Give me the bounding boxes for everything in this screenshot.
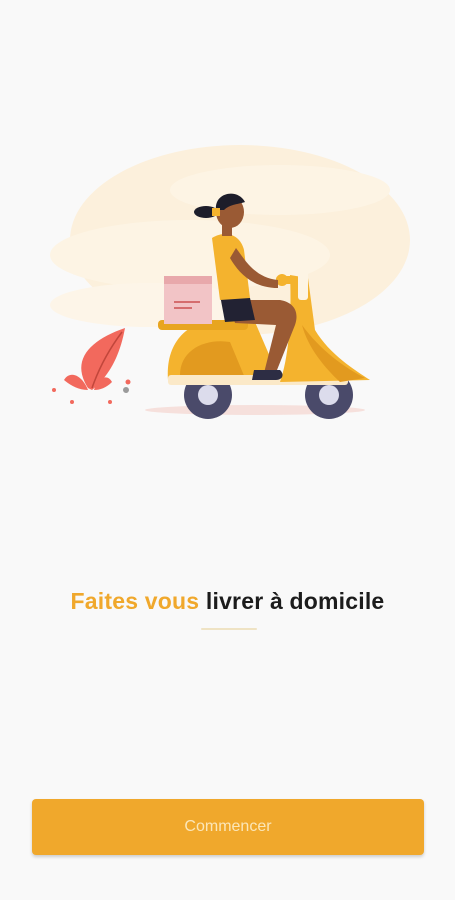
onboarding-screen: Faites vous livrer à domicile Commencer xyxy=(0,0,455,900)
start-button[interactable]: Commencer xyxy=(32,799,424,855)
delivery-scooter-illustration xyxy=(50,145,410,419)
onboarding-headline: Faites vous livrer à domicile xyxy=(0,588,455,615)
headline-main-text: livrer à domicile xyxy=(199,588,385,614)
headline-divider xyxy=(201,628,257,630)
plant-decoration xyxy=(52,328,131,404)
headline-accent-text: Faites vous xyxy=(70,588,200,614)
delivery-box xyxy=(164,276,212,324)
